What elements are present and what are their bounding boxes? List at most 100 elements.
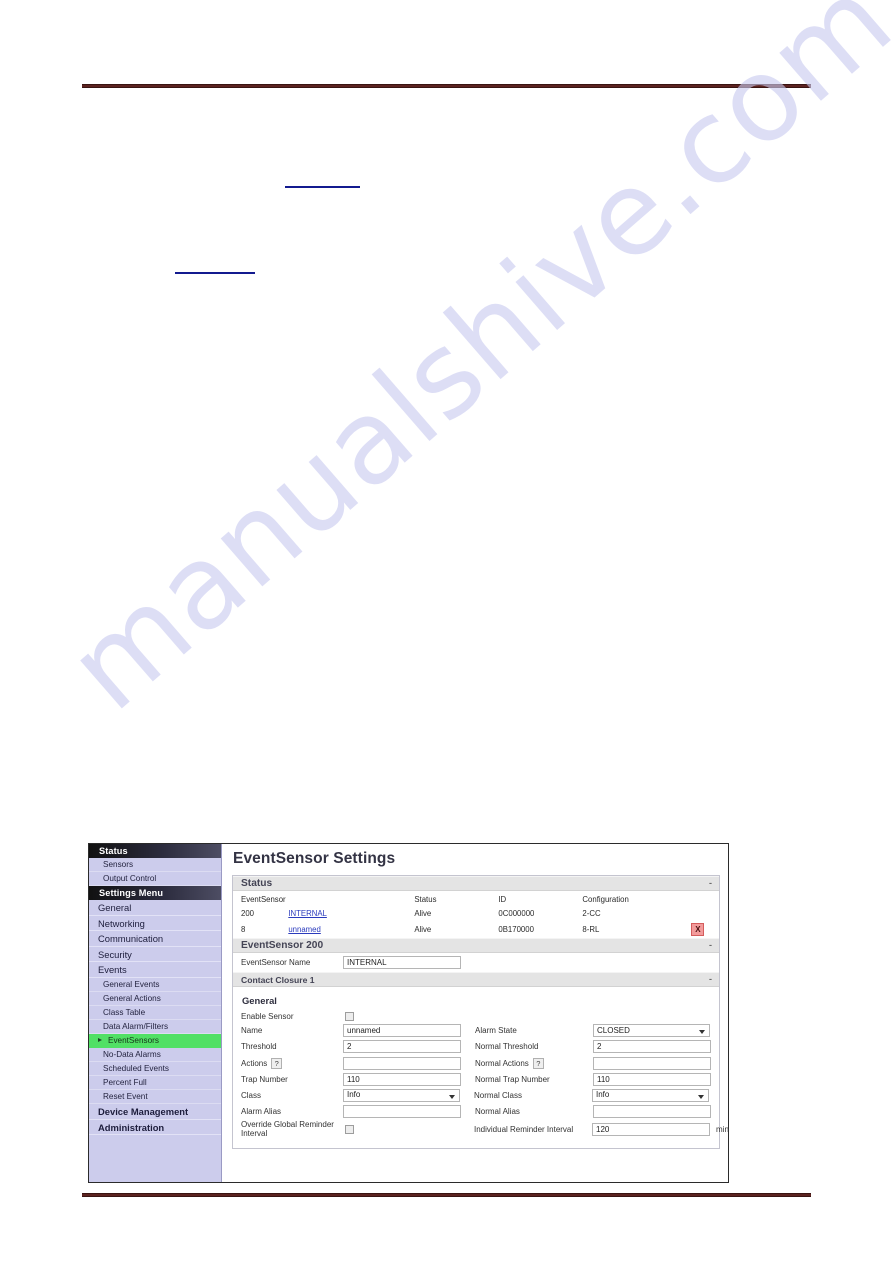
table-row: 8 unnamed Alive 0B170000 8-RL X bbox=[233, 920, 719, 938]
class-row: Class Info Normal Class Info bbox=[241, 1088, 711, 1102]
reminder-interval-unit: minutes bbox=[716, 1125, 728, 1135]
col-spacer bbox=[288, 891, 414, 906]
status-section-header[interactable]: Status - bbox=[233, 876, 719, 891]
sidebar-header-status: Status bbox=[89, 844, 221, 858]
sidebar-item-class-table[interactable]: Class Table bbox=[89, 1005, 221, 1020]
chevron-right-icon bbox=[98, 1038, 102, 1043]
main-content: EventSensor Settings Status - EventSenso… bbox=[222, 844, 728, 1182]
trap-number-input[interactable] bbox=[343, 1072, 461, 1086]
sidebar-item-eventsensors[interactable]: EventSensors bbox=[89, 1033, 221, 1048]
eventsensor-name-input[interactable] bbox=[343, 956, 461, 969]
individual-reminder-interval-input[interactable] bbox=[592, 1123, 710, 1137]
eventsensor-name-link[interactable]: unnamed bbox=[288, 925, 321, 934]
status-table-body: 200 INTERNAL Alive 0C000000 2-CC 8 unnam… bbox=[233, 906, 719, 938]
general-subsection-title: General bbox=[242, 995, 277, 1006]
alarm-state-select[interactable]: CLOSED bbox=[593, 1024, 710, 1038]
chevron-down-icon bbox=[449, 1094, 455, 1099]
name-alarmstate-row: Name Alarm State CLOSED bbox=[241, 1024, 711, 1038]
sidebar-item-data-alarm-filters[interactable]: Data Alarm/Filters bbox=[89, 1019, 221, 1034]
enable-sensor-checkbox[interactable] bbox=[345, 1012, 354, 1021]
normal-alias-input[interactable] bbox=[593, 1105, 711, 1119]
help-icon[interactable]: ? bbox=[271, 1057, 283, 1069]
actions-input[interactable] bbox=[343, 1056, 461, 1070]
collapse-icon[interactable]: - bbox=[709, 941, 712, 950]
collapse-icon[interactable]: - bbox=[709, 879, 712, 888]
page-title: EventSensor Settings bbox=[233, 850, 396, 867]
normal-class-select[interactable]: Info bbox=[592, 1088, 709, 1102]
collapse-icon[interactable]: - bbox=[709, 975, 712, 984]
inline-link-underline-1[interactable] bbox=[285, 186, 360, 188]
embedded-screenshot: Status Sensors Output Control Settings M… bbox=[88, 843, 729, 1183]
eventsensor-name-row: EventSensor Name bbox=[233, 953, 719, 972]
row-status: Alive bbox=[414, 924, 432, 934]
status-table-head: EventSensor Status ID Configuration bbox=[233, 891, 719, 906]
watermark-text: manualshive.com bbox=[43, 0, 893, 737]
contact-closure-section-header[interactable]: Contact Closure 1 - bbox=[233, 972, 719, 987]
settings-panel: Status - EventSensor Status ID Configura… bbox=[232, 875, 728, 1149]
normal-class-label: Normal Class bbox=[474, 1090, 523, 1100]
threshold-row: Threshold Normal Threshold bbox=[241, 1040, 711, 1054]
col-configuration: Configuration bbox=[582, 894, 629, 904]
sidebar-item-sensors[interactable]: Sensors bbox=[89, 858, 221, 872]
alarm-state-value: CLOSED bbox=[597, 1025, 630, 1035]
chevron-down-icon bbox=[698, 1094, 704, 1099]
sidebar-item-administration[interactable]: Administration bbox=[89, 1119, 221, 1136]
sidebar-item-percent-full[interactable]: Percent Full bbox=[89, 1075, 221, 1090]
sidebar-item-scheduled-events[interactable]: Scheduled Events bbox=[89, 1061, 221, 1076]
sidebar-item-general-actions[interactable]: General Actions bbox=[89, 991, 221, 1006]
inline-link-underline-2[interactable] bbox=[175, 272, 255, 274]
name-input[interactable] bbox=[343, 1024, 461, 1038]
class-select[interactable]: Info bbox=[343, 1088, 460, 1102]
eventsensor-name-label: EventSensor Name bbox=[241, 958, 311, 967]
normal-alias-label: Normal Alias bbox=[475, 1107, 520, 1117]
sidebar-item-communication[interactable]: Communication bbox=[89, 931, 221, 947]
trap-number-row: Trap Number Normal Trap Number bbox=[241, 1072, 711, 1086]
row-action-cell bbox=[677, 906, 719, 920]
class-label: Class bbox=[241, 1090, 262, 1100]
col-status: Status bbox=[414, 894, 437, 904]
class-value: Info bbox=[347, 1090, 361, 1100]
row-eventsensor-number: 8 bbox=[241, 924, 246, 934]
sidebar-item-events[interactable]: Events bbox=[89, 962, 221, 978]
col-eventsensor: EventSensor bbox=[241, 894, 286, 904]
row-id: 0B170000 bbox=[498, 924, 534, 934]
eventsensor-section-title: EventSensor 200 bbox=[241, 940, 324, 951]
eventsensor-status-table: EventSensor Status ID Configuration 200 … bbox=[233, 891, 719, 938]
normal-trap-number-label: Normal Trap Number bbox=[475, 1074, 550, 1084]
reminder-row: Override Global Reminder Interval Indivi… bbox=[241, 1120, 728, 1138]
normal-trap-number-input[interactable] bbox=[593, 1072, 711, 1086]
sidebar-item-reset-event[interactable]: Reset Event bbox=[89, 1089, 221, 1104]
eventsensor-section-header[interactable]: EventSensor 200 - bbox=[233, 938, 719, 953]
sidebar-item-device-management[interactable]: Device Management bbox=[89, 1103, 221, 1120]
status-table-header-row: EventSensor Status ID Configuration bbox=[233, 891, 719, 906]
threshold-input[interactable] bbox=[343, 1040, 461, 1054]
normal-actions-input[interactable] bbox=[593, 1056, 711, 1070]
actions-label: Actions bbox=[241, 1058, 268, 1068]
normal-class-value: Info bbox=[596, 1090, 610, 1100]
row-status: Alive bbox=[414, 908, 432, 918]
override-global-reminder-checkbox[interactable] bbox=[345, 1125, 354, 1135]
individual-reminder-interval-label: Individual Reminder Interval bbox=[474, 1125, 574, 1135]
sidebar-item-general[interactable]: General bbox=[89, 900, 221, 916]
row-configuration: 2-CC bbox=[582, 908, 601, 918]
row-id: 0C000000 bbox=[498, 908, 535, 918]
alarm-alias-input[interactable] bbox=[343, 1105, 461, 1119]
delete-eventsensor-button[interactable]: X bbox=[691, 922, 705, 936]
col-actions bbox=[677, 891, 719, 906]
sidebar-item-output-control[interactable]: Output Control bbox=[89, 872, 221, 886]
sidebar-item-networking[interactable]: Networking bbox=[89, 915, 221, 932]
sidebar-item-eventsensors-label: EventSensors bbox=[108, 1035, 159, 1045]
alarm-state-label: Alarm State bbox=[475, 1026, 517, 1036]
actions-row: Actions ? Normal Actions ? bbox=[241, 1056, 711, 1070]
eventsensor-name-link[interactable]: INTERNAL bbox=[288, 909, 327, 918]
normal-threshold-label: Normal Threshold bbox=[475, 1042, 539, 1052]
sidebar-item-general-events[interactable]: General Events bbox=[89, 977, 221, 992]
sidebar-item-security[interactable]: Security bbox=[89, 946, 221, 963]
enable-sensor-label: Enable Sensor bbox=[241, 1012, 294, 1021]
normal-threshold-input[interactable] bbox=[593, 1040, 711, 1054]
sidebar-item-no-data-alarms[interactable]: No-Data Alarms bbox=[89, 1047, 221, 1062]
trap-number-label: Trap Number bbox=[241, 1074, 288, 1084]
enable-sensor-row: Enable Sensor bbox=[241, 1012, 711, 1021]
status-section-title: Status bbox=[241, 878, 273, 889]
help-icon[interactable]: ? bbox=[532, 1057, 544, 1069]
